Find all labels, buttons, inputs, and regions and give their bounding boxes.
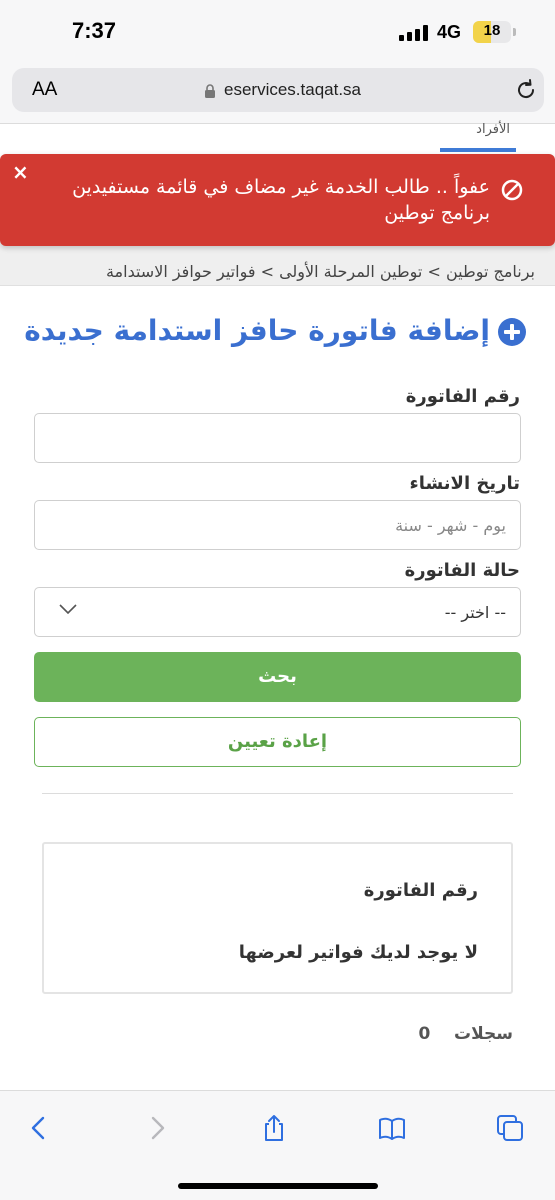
- bookmarks-icon[interactable]: [377, 1113, 407, 1143]
- status-selected-value: -- اختر --: [444, 603, 506, 622]
- network-type: 4G: [437, 22, 462, 42]
- status-time: 7:37: [72, 18, 117, 43]
- records-count: سجلات 0: [419, 1024, 514, 1044]
- invoice-number-label: رقم الفاتورة: [405, 386, 520, 407]
- address-bar[interactable]: AA eservices.taqat.sa: [12, 68, 544, 112]
- share-icon[interactable]: [259, 1113, 289, 1143]
- invoice-number-input[interactable]: [34, 413, 521, 463]
- records-label: سجلات: [454, 1024, 513, 1044]
- search-button[interactable]: بحث: [34, 652, 521, 702]
- reset-button[interactable]: إعادة تعيين: [34, 717, 521, 767]
- tabs-icon[interactable]: [495, 1113, 525, 1143]
- home-indicator: [178, 1183, 378, 1189]
- battery-level: 18: [483, 22, 501, 39]
- tab-label: الأفراد: [476, 122, 510, 137]
- records-number: 0: [418, 1024, 431, 1044]
- battery-icon: 18: [473, 21, 516, 43]
- created-date-label: تاريخ الانشاء: [409, 473, 521, 494]
- divider: [42, 793, 513, 794]
- signal-icon: [399, 25, 428, 41]
- reload-icon[interactable]: [514, 78, 538, 102]
- reader-aa-button[interactable]: AA: [32, 79, 57, 101]
- url-domain[interactable]: eservices.taqat.sa: [224, 80, 361, 100]
- browser-address-area: AA eservices.taqat.sa: [0, 64, 555, 124]
- status-bar: 7:37 4G 18: [0, 0, 555, 64]
- tab-active-indicator: [440, 148, 516, 152]
- forward-icon[interactable]: [142, 1113, 172, 1143]
- chevron-down-icon: [59, 604, 77, 614]
- results-table: رقم الفاتورة لا يوجد لديك فواتير لعرضها: [42, 842, 513, 994]
- tab-individuals[interactable]: الأفراد: [440, 122, 516, 152]
- alert-message: عفواً .. طالب الخدمة غير مضاف في قائمة م…: [72, 176, 490, 224]
- invoice-status-label: حالة الفاتورة: [404, 560, 520, 581]
- blocked-icon: [501, 179, 523, 201]
- breadcrumb-text[interactable]: برنامج توطين > توطين المرحلة الأولى > فو…: [106, 262, 535, 281]
- invoice-status-select[interactable]: -- اختر --: [34, 587, 521, 637]
- empty-message: لا يوجد لديك فواتير لعرضها: [238, 942, 478, 963]
- error-alert: × عفواً .. طالب الخدمة غير مضاف في قائمة…: [0, 154, 555, 246]
- add-circle-icon: [498, 318, 526, 346]
- back-icon[interactable]: [24, 1113, 54, 1143]
- column-header-invoice-number: رقم الفاتورة: [363, 880, 478, 901]
- page-header: إضافة فاتورة حافز استدامة جديدة: [0, 310, 555, 360]
- page-title: إضافة فاتورة حافز استدامة جديدة: [24, 314, 490, 347]
- created-date-placeholder: يوم - شهر - سنة: [395, 516, 506, 535]
- created-date-input[interactable]: يوم - شهر - سنة: [34, 500, 521, 550]
- lock-icon: [205, 84, 215, 98]
